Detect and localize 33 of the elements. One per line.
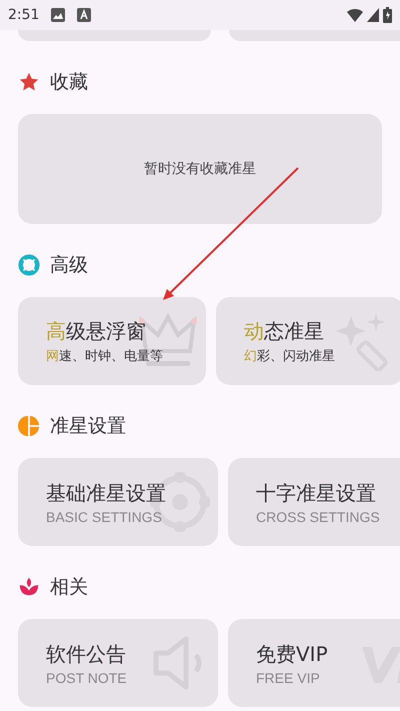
card-subtitle: 幻彩、闪动准星 — [244, 348, 336, 364]
card-subtitle: 网速、时钟、电量等 — [46, 348, 164, 364]
section-title: 收藏 — [50, 70, 88, 95]
card-subtitle: FREE VIP — [256, 670, 321, 686]
feature-card[interactable]: 高级悬浮窗 网速、时钟、电量等 — [18, 297, 206, 385]
empty-message: 暂时没有收藏准星 — [144, 160, 256, 178]
card-title: 软件公告 — [46, 640, 127, 668]
section-title: 高级 — [50, 253, 88, 278]
card-subtitle: CROSS SETTINGS — [256, 508, 381, 524]
card-subtitle: BASIC SETTINGS — [46, 508, 163, 524]
feature-card[interactable]: 动态准星 幻彩、闪动准星 — [216, 297, 400, 385]
feature-card[interactable]: 软件公告 POST NOTE — [18, 619, 218, 707]
card-title: 免费VIP — [256, 640, 329, 668]
lotus-icon — [18, 576, 40, 598]
card-title: 基础准星设置 — [46, 480, 167, 506]
image-icon — [51, 8, 66, 22]
pie-chart-icon — [18, 415, 40, 437]
section-title: 相关 — [50, 575, 88, 600]
card-title: 动态准星 — [244, 318, 325, 344]
feature-card[interactable]: 基础准星设置 BASIC SETTINGS — [18, 458, 218, 546]
battery-icon — [383, 7, 392, 23]
card-subtitle: POST NOTE — [46, 670, 128, 686]
clock: 2:51 — [8, 7, 40, 23]
card-title: 十字准星设置 — [256, 480, 377, 506]
section-title: 准星设置 — [50, 414, 126, 439]
star-icon — [18, 71, 40, 93]
feature-card[interactable]: 十字准星设置 CROSS SETTINGS — [228, 458, 400, 546]
signal-icon — [367, 8, 379, 22]
wifi-icon — [347, 8, 363, 22]
lifebuoy-icon — [18, 254, 40, 276]
card-title: 高级悬浮窗 — [46, 318, 147, 344]
font-icon — [77, 8, 92, 22]
feature-card[interactable]: 免费VIP FREE VIP — [228, 619, 400, 707]
